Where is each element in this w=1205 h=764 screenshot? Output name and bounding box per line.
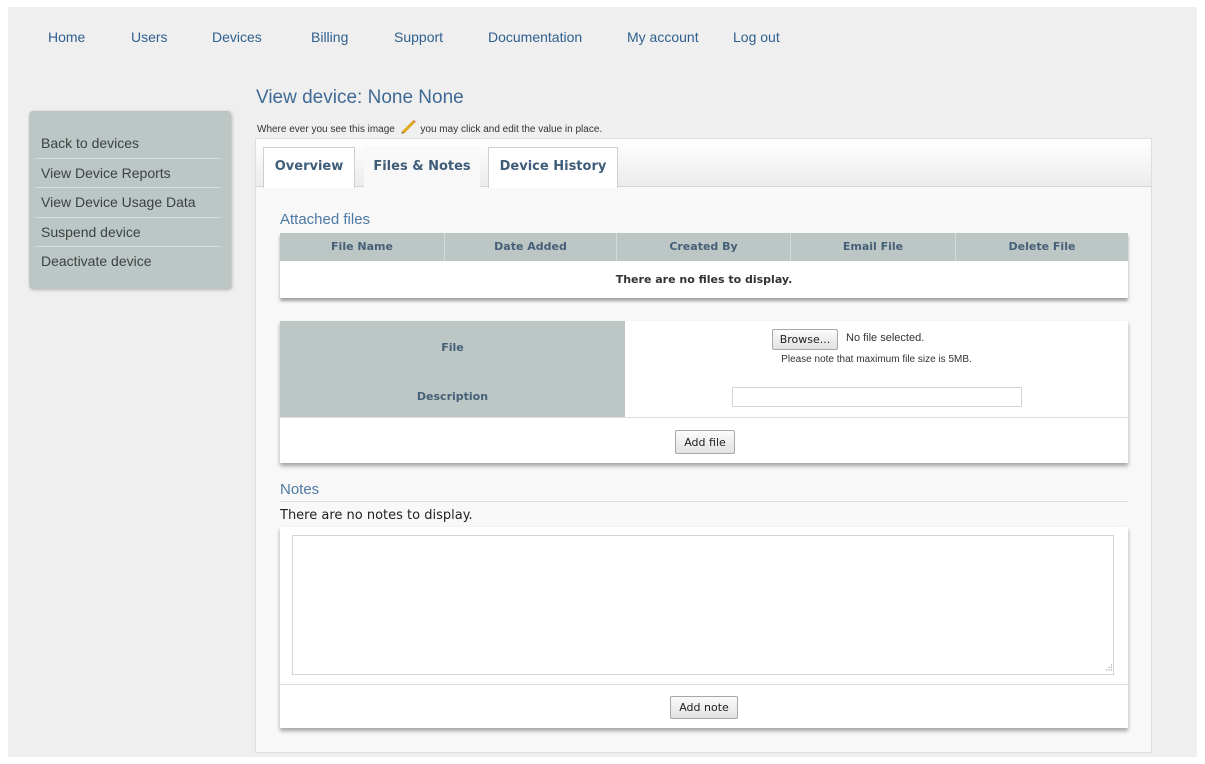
device-panel: Overview Files & Notes Device History At… [255, 138, 1152, 753]
column-header-delete-file[interactable]: Delete File [956, 233, 1128, 261]
sidebar-item-view-device-usage-data[interactable]: View Device Usage Data [35, 188, 221, 218]
upload-labels-column: File Description [280, 321, 625, 417]
file-status-text: No file selected. [846, 332, 925, 344]
table-header-row: File Name Date Added Created By Email Fi… [280, 233, 1128, 261]
tab-bar: Overview Files & Notes Device History [256, 139, 1151, 188]
tab-files-and-notes[interactable]: Files & Notes [364, 147, 480, 188]
description-label: Description [416, 390, 489, 403]
add-note-button[interactable]: Add note [670, 696, 738, 719]
nav-users[interactable]: Users [131, 29, 168, 45]
tab-device-history[interactable]: Device History [488, 147, 618, 188]
notes-divider [280, 501, 1128, 502]
nav-home[interactable]: Home [48, 29, 85, 45]
column-header-created-by[interactable]: Created By [617, 233, 791, 261]
files-empty-message: There are no files to display. [615, 273, 793, 286]
nav-my-account[interactable]: My account [627, 29, 699, 45]
file-size-note: Please note that maximum file size is 5M… [781, 354, 972, 365]
page-background: Home Users Devices Billing Support Docum… [8, 7, 1197, 757]
browse-button[interactable]: Browse... [772, 329, 838, 350]
add-file-button[interactable]: Add file [675, 430, 735, 454]
attached-files-heading: Attached files [280, 211, 371, 228]
nav-log-out[interactable]: Log out [733, 29, 780, 45]
notes-heading: Notes [280, 481, 320, 498]
pencil-icon [401, 120, 416, 134]
column-header-email-file[interactable]: Email File [791, 233, 956, 261]
sidebar-item-suspend-device[interactable]: Suspend device [35, 218, 221, 247]
nav-billing[interactable]: Billing [311, 29, 348, 45]
add-note-form: Add note [280, 527, 1128, 728]
note-textarea[interactable] [292, 535, 1114, 675]
file-upload-form: File Description Browse... No file selec… [280, 321, 1128, 463]
column-header-file-name[interactable]: File Name [280, 233, 445, 261]
notes-empty-message: There are no notes to display. [280, 508, 473, 523]
nav-devices[interactable]: Devices [212, 29, 262, 45]
description-input[interactable] [732, 387, 1022, 407]
device-actions-sidebar: Back to devices View Device Reports View… [29, 111, 231, 289]
note-form-divider [280, 684, 1128, 685]
sidebar-item-back-to-devices[interactable]: Back to devices [35, 129, 221, 159]
page-title: View device: None None [256, 87, 464, 108]
hint-text-before: Where ever you see this image [257, 124, 395, 135]
nav-support[interactable]: Support [394, 29, 443, 45]
tab-overview[interactable]: Overview [263, 147, 355, 188]
form-divider [280, 417, 1128, 418]
column-header-date-added[interactable]: Date Added [445, 233, 617, 261]
resize-handle-icon[interactable] [1103, 663, 1113, 673]
sidebar-item-deactivate-device[interactable]: Deactivate device [35, 247, 221, 277]
nav-documentation[interactable]: Documentation [488, 29, 582, 45]
attached-files-table: File Name Date Added Created By Email Fi… [280, 233, 1128, 298]
edit-in-place-hint: Where ever you see this image you may cl… [257, 120, 602, 135]
sidebar-item-view-device-reports[interactable]: View Device Reports [35, 159, 221, 188]
file-label: File [441, 341, 464, 354]
hint-text-after: you may click and edit the value in plac… [420, 124, 603, 135]
